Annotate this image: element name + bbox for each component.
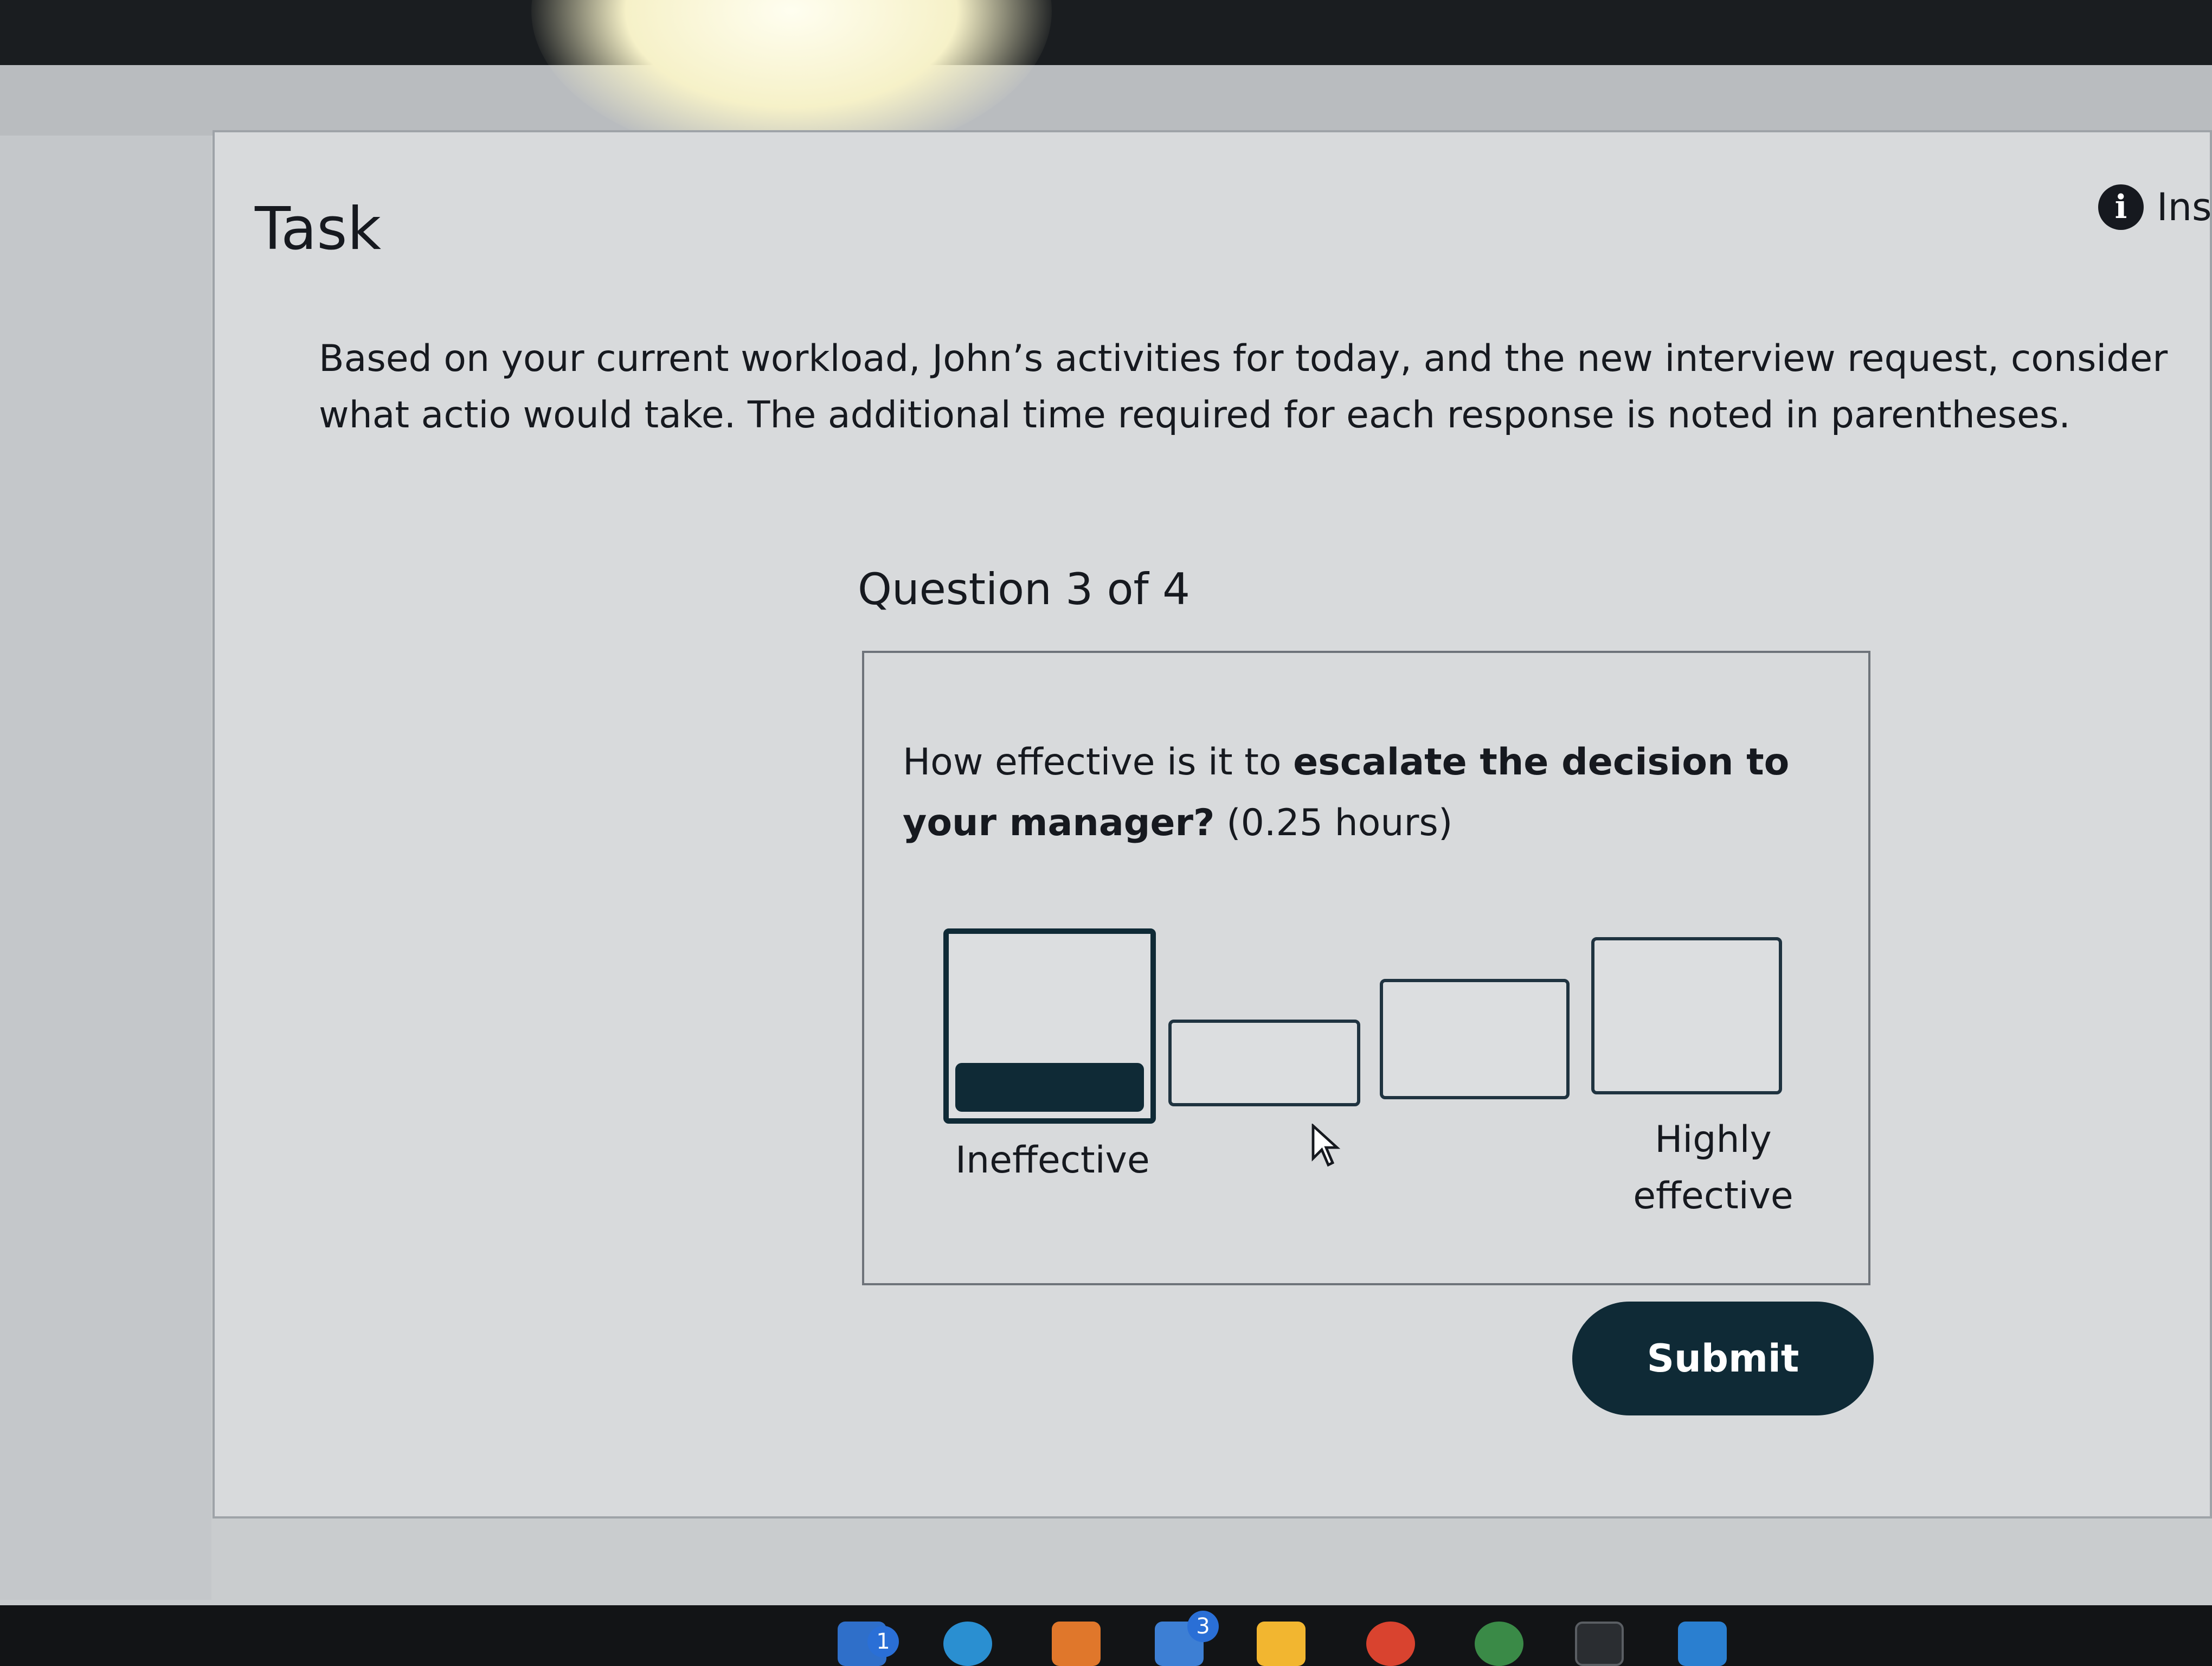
instructions-link[interactable]: i Inst [2098, 184, 2212, 230]
rating-option-1[interactable] [943, 928, 1156, 1124]
question-text: How effective is it to escalate the deci… [903, 732, 1824, 854]
screen-bezel [0, 0, 2212, 65]
question-suffix: (0.25 hours) [1214, 802, 1453, 844]
taskbar [0, 1605, 2212, 1666]
notification-badge: 1 [867, 1626, 899, 1657]
sublime-icon[interactable] [1052, 1622, 1101, 1666]
browser-strip [0, 65, 2212, 136]
selected-indicator [955, 1063, 1144, 1112]
file-explorer-icon[interactable] [1257, 1622, 1306, 1666]
submit-button[interactable]: Submit [1572, 1302, 1874, 1415]
instructions-label[interactable]: Inst [2157, 185, 2212, 229]
chrome-profile-icon[interactable] [1475, 1622, 1523, 1666]
rating-option-3[interactable] [1380, 979, 1570, 1099]
edge-icon[interactable] [943, 1622, 992, 1666]
scale-label-low: Ineffective [955, 1139, 1150, 1182]
rating-option-4[interactable] [1591, 937, 1782, 1094]
page-title: Task [255, 195, 382, 263]
rating-option-2[interactable] [1168, 1020, 1360, 1106]
mouse-cursor-icon [1311, 1124, 1341, 1167]
question-counter: Question 3 of 4 [858, 564, 1191, 614]
info-icon[interactable]: i [2098, 184, 2144, 230]
left-gutter [0, 136, 211, 1600]
vscode-icon[interactable] [1678, 1622, 1727, 1666]
notification-badge: 3 [1187, 1611, 1219, 1642]
scale-label-high: Highly effective [1633, 1118, 1793, 1218]
terminal-icon[interactable] [1575, 1622, 1624, 1666]
task-description: Based on your current workload, John’s a… [319, 337, 2168, 437]
chrome-icon[interactable] [1366, 1622, 1415, 1666]
question-prefix: How effective is it to [903, 741, 1294, 784]
